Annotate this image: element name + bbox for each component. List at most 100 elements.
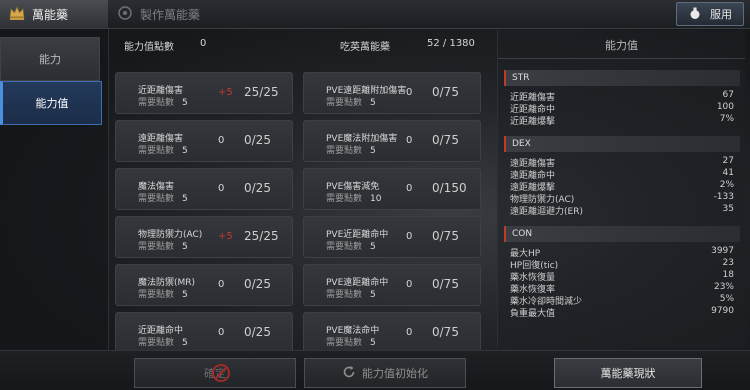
refresh-icon [342,365,356,382]
stat-row: 最大HP 3997 [510,246,734,259]
stat-card-level: 0/25 [244,325,271,339]
stat-card-need: 需要點數 5 [326,95,376,108]
eaten-label: 吃英萬能藥 [340,42,390,53]
need-value: 5 [182,290,188,300]
stat-card-level: 0/25 [244,181,271,195]
stat-card[interactable]: PVE近距離命中 需要點數 5 0 0/75 [303,216,481,258]
need-value: 5 [182,242,188,252]
stat-row: 遠距離命中 41 [510,168,734,181]
stat-card-level: 0/75 [432,277,459,291]
stat-row: 遠距離爆擊 2% [510,180,734,193]
stat-card-need: 需要點數 5 [138,239,188,252]
sidebar-item-ability[interactable]: 能力 [0,37,100,81]
stats-panel-title: 能力值 [498,34,745,59]
stat-card-points: 0 [218,135,225,146]
need-label: 需要點數 [138,194,175,204]
stat-card-points: 0 [406,279,413,290]
stat-row: 近距離命中 100 [510,102,734,115]
stat-card-level: 25/25 [244,229,279,243]
need-label: 需要點數 [326,98,363,108]
need-label: 需要點數 [138,290,175,300]
stat-row-value: -133 [713,192,734,202]
stat-row: HP回復(tic) 23 [510,258,734,271]
stat-card-points: 0 [218,279,225,290]
tab-elixir[interactable]: 萬能藥 [0,0,108,28]
stat-card-need: 需要點數 10 [326,191,381,204]
sidebar-item-stats[interactable]: 能力值 [0,81,102,125]
stat-row: 負重最大值 9790 [510,306,734,319]
elixir-status-button[interactable]: 萬能藥現狀 [554,358,702,388]
points-value: 0 [200,38,207,49]
stat-card-points: 0 [406,327,413,338]
stat-card[interactable]: PVE魔法命中 需要點數 5 0 0/75 [303,312,481,354]
stat-row: 藥水恢復量 18 [510,270,734,283]
stat-row-value: 35 [722,204,734,214]
stat-row-value: 23% [713,282,734,292]
stat-row-value: 41 [722,168,734,178]
need-label: 需要點數 [138,242,175,252]
stat-card-points: 0 [218,183,225,194]
stat-card[interactable]: PVE傷害減免 需要點數 10 0 0/150 [303,168,481,210]
stat-card[interactable]: PVE遠距離附加傷害 需要點數 5 0 0/75 [303,72,481,114]
stat-card-need: 需要點數 5 [326,335,376,348]
stat-card-need: 需要點數 5 [326,287,376,300]
stat-card-need: 需要點數 5 [138,143,188,156]
stat-card-points: 0 [218,327,225,338]
need-value: 5 [182,194,188,204]
stat-card-level: 0/75 [432,325,459,339]
stat-card[interactable]: 魔法傷害 需要點數 5 0 0/25 [115,168,293,210]
stat-card[interactable]: PVE遠距離命中 需要點數 5 0 0/75 [303,264,481,306]
stat-card-need: 需要點數 5 [138,191,188,204]
stat-card[interactable]: 近距離傷害 需要點數 5 +5 25/25 [115,72,293,114]
need-label: 需要點數 [326,242,363,252]
tab-craft-elixir[interactable]: 製作萬能藥 [116,0,200,28]
points-label: 能力值點數 [124,42,174,53]
stat-row-value: 67 [722,90,734,100]
stat-card[interactable]: 物理防禦力(AC) 需要點數 5 +5 25/25 [115,216,293,258]
stat-row-value: 100 [716,102,734,112]
stat-row-name: 遠距離迴避力(ER) [510,207,583,217]
stat-row: 遠距離傷害 27 [510,156,734,169]
need-value: 5 [370,242,376,252]
stat-card[interactable]: 魔法防禦(MR) 需要點數 5 0 0/25 [115,264,293,306]
stat-row: 藥水恢復率 23% [510,282,734,295]
stat-row-value: 3997 [711,246,734,256]
use-button[interactable]: 服用 [676,2,744,26]
stat-row-value: 9790 [711,306,734,316]
stat-card[interactable]: PVE魔法附加傷害 需要點數 5 0 0/75 [303,120,481,162]
confirm-button[interactable]: 確定 [134,358,296,388]
stat-card-points: 0 [406,87,413,98]
tab-craft-elixir-label: 製作萬能藥 [140,7,201,22]
stat-card-points: +5 [218,231,233,242]
stat-section-header: DEX [504,136,740,152]
stat-card-points: 0 [406,135,413,146]
stat-card[interactable]: 近距離命中 需要點數 5 0 0/25 [115,312,293,354]
stat-section-header: STR [504,70,740,86]
stat-card-level: 0/150 [432,181,467,195]
stat-card-level: 0/25 [244,133,271,147]
stat-row-name: 負重最大值 [510,309,556,319]
stat-row-value: 2% [719,180,734,190]
stat-row: 藥水冷卻時間減少 5% [510,294,734,307]
flask-gear-icon [116,4,134,25]
stat-card-points: +5 [218,87,233,98]
stat-card-need: 需要點數 5 [326,143,376,156]
eaten-value: 52 / 1380 [427,38,475,49]
stat-card-need: 需要點數 5 [138,95,188,108]
need-value: 5 [182,146,188,156]
need-value: 5 [370,338,376,348]
stat-section-header: CON [504,226,740,242]
tab-elixir-label: 萬能藥 [32,7,69,22]
need-value: 5 [182,98,188,108]
stat-card[interactable]: 遠距離傷害 需要點數 5 0 0/25 [115,120,293,162]
stat-card-level: 0/25 [244,277,271,291]
stat-row: 物理防禦力(AC) -133 [510,192,734,205]
stat-row: 遠距離迴避力(ER) 35 [510,204,734,217]
need-value: 10 [370,194,382,204]
reset-stats-button[interactable]: 能力值初始化 [304,358,466,388]
need-label: 需要點數 [326,194,363,204]
need-value: 5 [182,338,188,348]
stat-card-level: 25/25 [244,85,279,99]
stats-panel: 能力值 STR 近距離傷害 67 近距離命中 100 近距離爆擊 7% DEX 遠距離傷害 27 遠… [497,30,745,348]
stat-card-need: 需要點數 5 [326,239,376,252]
